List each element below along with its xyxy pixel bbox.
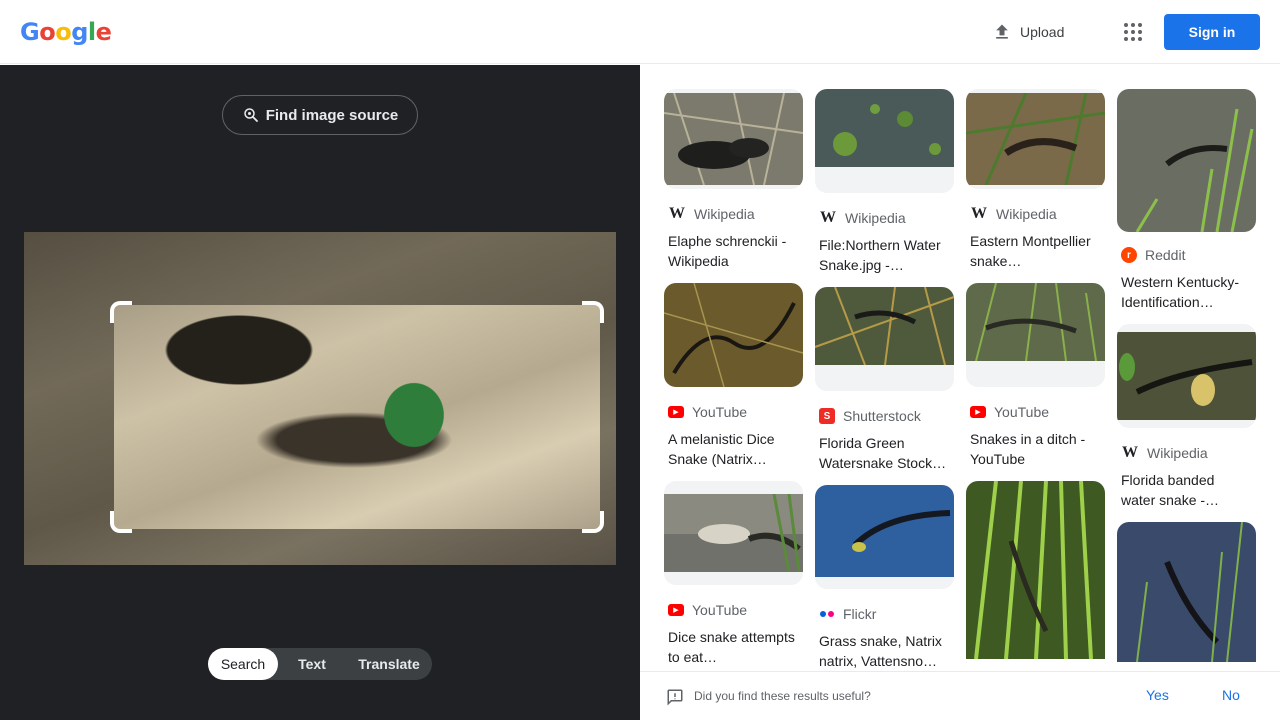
crop-handle-bottom-left[interactable] <box>110 511 132 533</box>
result-thumbnail <box>815 89 954 167</box>
crop-handle-top-left[interactable] <box>110 301 132 323</box>
results-column-4: r Reddit Western Kentucky-Identification…… <box>1117 89 1256 671</box>
result-source: YouTube <box>692 602 748 618</box>
result-thumbnail <box>966 481 1105 659</box>
crop-handle-bottom-right[interactable] <box>582 511 604 533</box>
youtube-icon: ▶ <box>970 406 986 418</box>
upload-button[interactable]: Upload <box>992 20 1064 44</box>
youtube-icon: ▶ <box>668 604 684 616</box>
result-thumbnail <box>664 494 803 572</box>
reddit-icon: r <box>1121 247 1137 263</box>
result-thumbnail <box>1117 332 1256 420</box>
find-image-source-label: Find image source <box>265 106 399 124</box>
sign-in-button[interactable]: Sign in <box>1164 14 1260 50</box>
results-panel: W Wikipedia Elaphe schrenckii - Wikipedia… <box>640 65 1280 671</box>
result-card[interactable]: W Wikipedia Florida banded water snake -… <box>1117 324 1256 510</box>
result-source: Wikipedia <box>694 206 755 222</box>
result-title: Dice snake attempts to eat… <box>668 629 795 665</box>
result-title: Snakes in a ditch - YouTube <box>970 431 1086 467</box>
wikipedia-icon: W <box>971 205 987 222</box>
result-card[interactable] <box>966 481 1105 659</box>
result-card[interactable]: ▶ YouTube Dice snake attempts to eat… <box>664 481 803 667</box>
result-title: File:Northern Water Snake.jpg -… <box>819 237 941 273</box>
result-title: Florida Green Watersnake Stock… <box>819 435 947 471</box>
find-image-source-button[interactable]: Find image source <box>222 95 418 135</box>
feedback-yes-button[interactable]: Yes <box>1146 687 1169 703</box>
upload-icon <box>996 24 1008 39</box>
result-card[interactable]: S Shutterstock Florida Green Watersnake S… <box>815 287 954 473</box>
result-title: A melanistic Dice Snake (Natrix… <box>668 431 775 467</box>
crop-selection[interactable] <box>114 305 600 529</box>
result-thumbnail <box>815 485 954 577</box>
wikipedia-icon: W <box>1122 444 1138 461</box>
wikipedia-icon: W <box>820 209 836 226</box>
result-title: Elaphe schrenckii - Wikipedia <box>668 233 787 269</box>
result-source: YouTube <box>692 404 748 420</box>
results-column-2: W Wikipedia File:Northern Water Snake.jpg… <box>815 89 954 671</box>
result-card[interactable] <box>1117 522 1256 662</box>
lens-search-icon <box>243 108 258 122</box>
lens-mode-switch: Search Text Translate <box>208 648 432 680</box>
result-card[interactable]: Flickr Grass snake, Natrix natrix, Vatte… <box>815 485 954 671</box>
feedback-bar: Did you find these results useful? Yes N… <box>640 671 1280 720</box>
result-card[interactable]: r Reddit Western Kentucky-Identification… <box>1117 89 1256 312</box>
result-thumbnail <box>1117 522 1256 662</box>
youtube-icon: ▶ <box>668 406 684 418</box>
results-column-1: W Wikipedia Elaphe schrenckii - Wikipedia… <box>664 89 803 671</box>
result-thumbnail <box>664 93 803 185</box>
feedback-question: Did you find these results useful? <box>694 689 871 703</box>
result-title: Grass snake, Natrix natrix, Vattensno… <box>819 633 942 669</box>
result-source: Wikipedia <box>996 206 1057 222</box>
feedback-no-button[interactable]: No <box>1222 687 1240 703</box>
result-card[interactable]: W Wikipedia Elaphe schrenckii - Wikipedia <box>664 89 803 271</box>
apps-grid-icon[interactable] <box>1118 18 1146 46</box>
result-thumbnail <box>815 287 954 365</box>
result-source: Wikipedia <box>845 210 906 226</box>
result-card[interactable]: ▶ YouTube A melanistic Dice Snake (Natrix… <box>664 283 803 469</box>
result-title: Florida banded water snake -… <box>1121 472 1220 508</box>
result-card[interactable]: ▶ YouTube Snakes in a ditch - YouTube <box>966 283 1105 469</box>
result-title: Eastern Montpellier snake… <box>970 233 1091 269</box>
tab-text[interactable]: Text <box>278 648 346 680</box>
result-source: YouTube <box>994 404 1050 420</box>
google-logo[interactable]: Google <box>20 18 112 47</box>
result-card[interactable]: W Wikipedia Eastern Montpellier snake… <box>966 89 1105 271</box>
result-source: Wikipedia <box>1147 445 1208 461</box>
result-card[interactable]: W Wikipedia File:Northern Water Snake.jpg… <box>815 89 954 275</box>
tab-search[interactable]: Search <box>208 648 278 680</box>
result-thumbnail <box>1117 89 1256 232</box>
result-source: Reddit <box>1145 247 1186 263</box>
lens-panel: Find image source Search Text Translate <box>0 65 640 720</box>
crop-handle-top-right[interactable] <box>582 301 604 323</box>
top-bar: Google Upload Sign in <box>0 0 1280 64</box>
tab-translate[interactable]: Translate <box>346 648 432 680</box>
result-source: Shutterstock <box>843 408 921 424</box>
flickr-icon <box>819 605 835 623</box>
upload-label: Upload <box>1020 24 1065 40</box>
result-thumbnail <box>966 93 1105 185</box>
result-thumbnail <box>966 283 1105 361</box>
result-title: Western Kentucky-Identification… <box>1121 274 1240 310</box>
result-source: Flickr <box>843 606 877 622</box>
result-thumbnail <box>664 283 803 387</box>
feedback-icon <box>667 689 683 706</box>
results-column-3: W Wikipedia Eastern Montpellier snake… ▶ Y… <box>966 89 1105 671</box>
query-image[interactable] <box>24 232 616 565</box>
shutterstock-icon: S <box>819 408 835 424</box>
wikipedia-icon: W <box>669 205 685 222</box>
